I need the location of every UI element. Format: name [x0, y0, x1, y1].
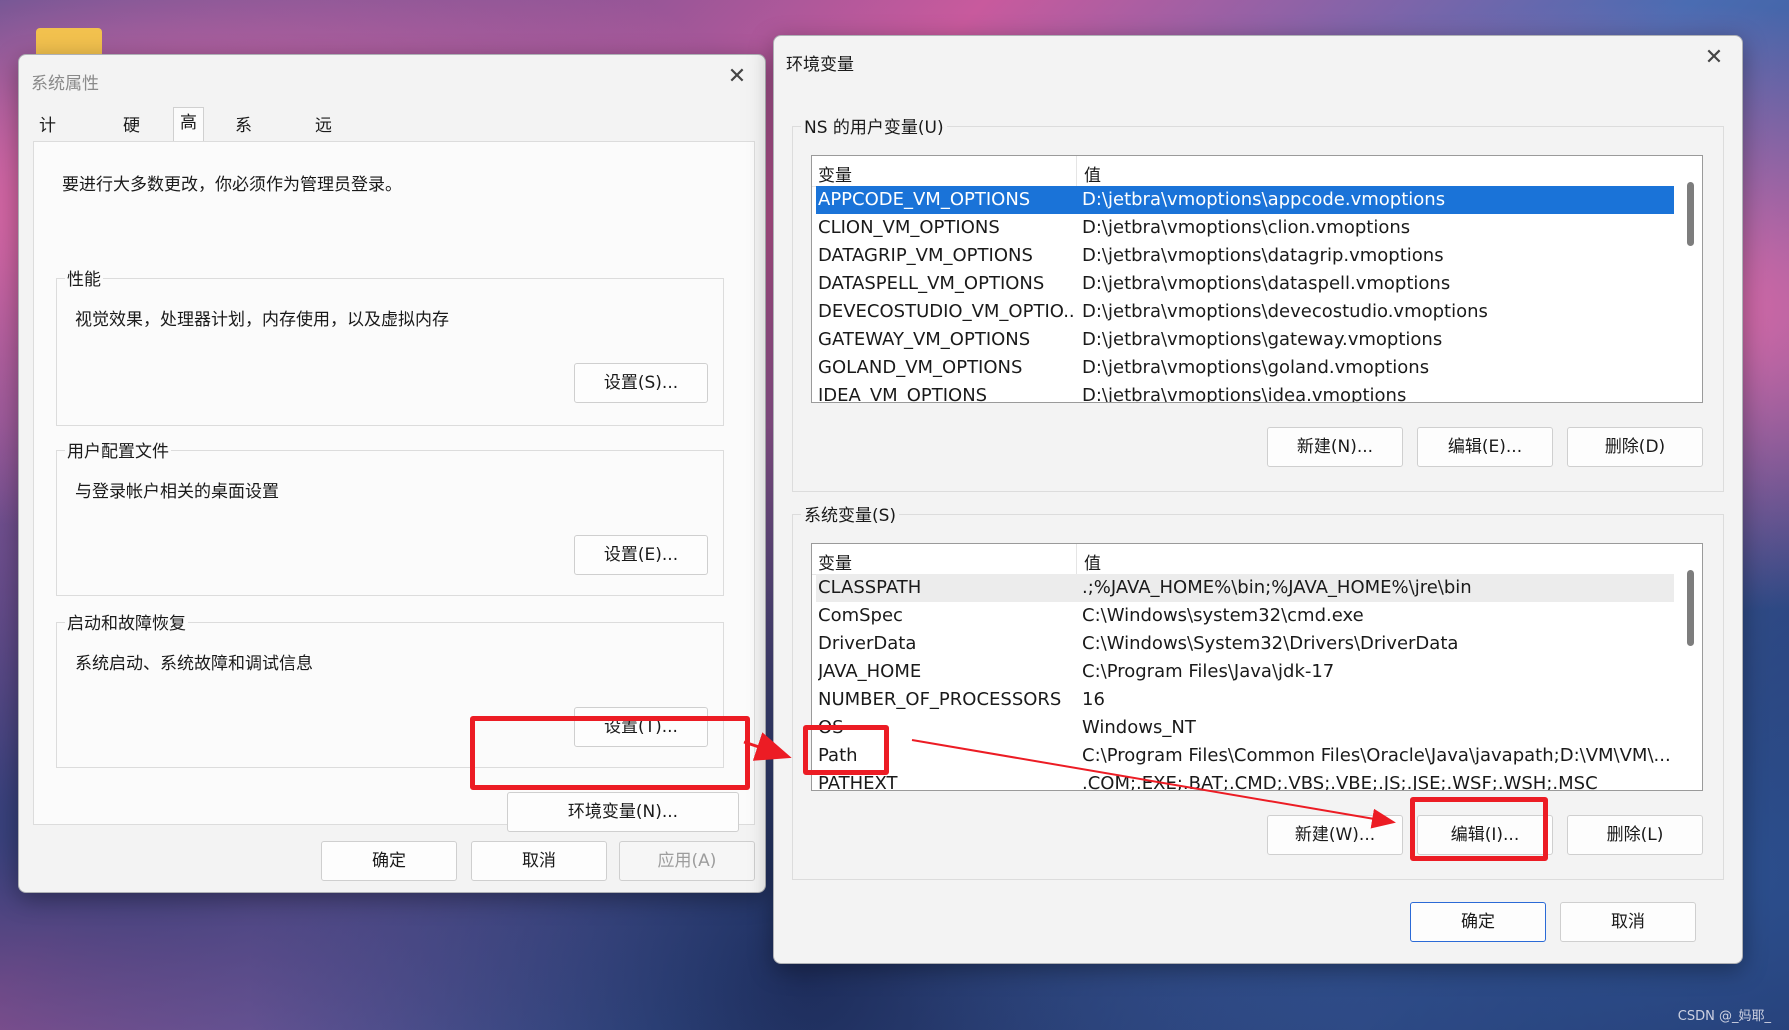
annotation-arrows: [743, 732, 1396, 829]
arrow: [911, 739, 1396, 829]
watermark: CSDN @_妈耶_: [1677, 1009, 1771, 1024]
arrow: [743, 732, 792, 761]
